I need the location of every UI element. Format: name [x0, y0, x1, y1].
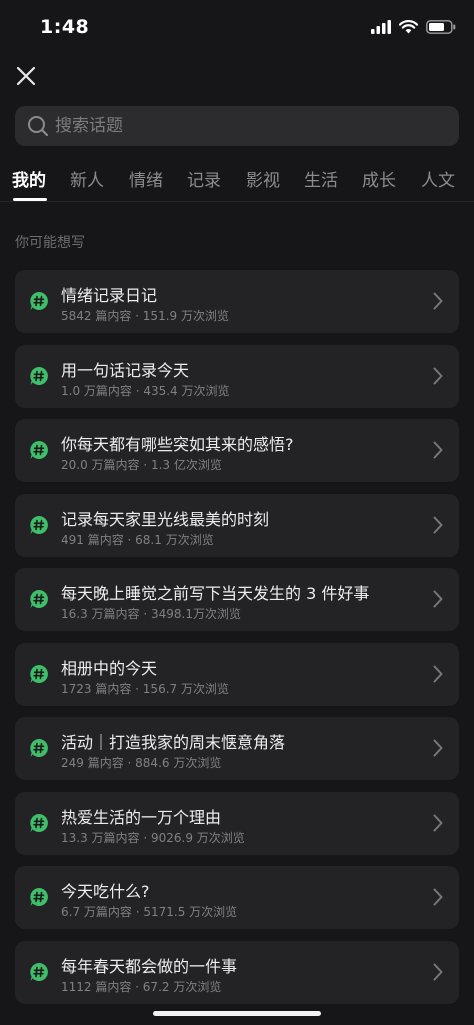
- topic-title: 每年春天都会做的一件事: [61, 956, 238, 976]
- battery-icon: [426, 20, 456, 34]
- status-time: 1:48: [40, 16, 90, 38]
- topic-stats: 1.0 万篇内容 · 435.4 万次浏览: [61, 383, 230, 398]
- topic-title: 每天晚上睡觉之前写下当天发生的 3 件好事: [61, 584, 370, 603]
- category-tabs: 我的 新人 情绪 记录 影视 生活 成长 人文: [0, 160, 474, 202]
- chevron-right-icon: [433, 963, 443, 980]
- topic-stats: 1112 篇内容 · 67.2 万次浏览: [61, 979, 222, 994]
- topic-hash-icon: [30, 590, 48, 608]
- topic-stats: 13.3 万篇内容 · 9026.9 万次浏览: [61, 830, 245, 845]
- topic-card[interactable]: 情绪记录日记 5842 篇内容 · 151.9 万次浏览: [15, 270, 459, 333]
- topic-hash-icon: [30, 515, 48, 534]
- topic-card[interactable]: 热爱生活的一万个理由 13.3 万篇内容 · 9026.9 万次浏览: [15, 791, 459, 855]
- topic-card[interactable]: 用一句话记录今天 1.0 万篇内容 · 435.4 万次浏览: [15, 344, 459, 408]
- topic-hash-icon: [30, 739, 48, 757]
- search-input[interactable]: [55, 116, 459, 136]
- topic-stats: 491 篇内容 · 68.1 万次浏览: [61, 532, 214, 547]
- status-icons: [371, 20, 456, 34]
- topic-hash-icon: [30, 664, 48, 683]
- tab-mine[interactable]: 我的: [12, 166, 46, 191]
- tab-newcomer[interactable]: 新人: [70, 166, 104, 191]
- tab-life[interactable]: 生活: [304, 166, 338, 191]
- chevron-right-icon: [433, 292, 443, 310]
- topic-picker-screen: 1:48 搜索话题 我的 新人 情绪 记录 影视 生活 成长 人文 你可能想写 …: [0, 0, 474, 1025]
- close-button[interactable]: [13, 63, 39, 89]
- topic-stats: 5842 篇内容 · 151.9 万次浏览: [61, 309, 229, 323]
- status-bar: 1:48: [0, 0, 474, 56]
- search-icon: [28, 116, 49, 137]
- topic-card[interactable]: 今天吃什么? 6.7 万篇内容 · 5171.5 万次浏览: [15, 866, 459, 929]
- chevron-right-icon: [433, 590, 443, 608]
- tab-humanities[interactable]: 人文: [421, 166, 455, 191]
- topic-stats: 16.3 万篇内容 · 3498.1万次浏览: [61, 607, 241, 621]
- close-icon: [16, 66, 36, 86]
- section-label: 你可能想写: [15, 235, 85, 251]
- topic-card[interactable]: 记录每天家里光线最美的时刻 491 篇内容 · 68.1 万次浏览: [15, 493, 459, 557]
- topic-card[interactable]: 相册中的今天 1723 篇内容 · 156.7 万次浏览: [15, 642, 459, 706]
- topic-stats: 249 篇内容 · 884.6 万次浏览: [61, 756, 222, 770]
- topic-card[interactable]: 活动｜打造我家的周末惬意角落 249 篇内容 · 884.6 万次浏览: [15, 717, 459, 780]
- search-bar[interactable]: [15, 106, 459, 146]
- tab-growth[interactable]: 成长: [362, 166, 396, 191]
- topic-title: 用一句话记录今天: [61, 360, 190, 380]
- chevron-right-icon: [433, 441, 443, 459]
- cellular-signal-icon: [371, 20, 391, 34]
- topic-card[interactable]: 你每天都有哪些突如其来的感悟? 20.0 万篇内容 · 1.3 亿次浏览: [15, 419, 459, 482]
- chevron-right-icon: [433, 665, 443, 682]
- topic-hash-icon: [30, 292, 48, 310]
- chevron-right-icon: [433, 814, 443, 831]
- topic-hash-icon: [30, 962, 48, 981]
- topic-card[interactable]: 每天晚上睡觉之前写下当天发生的 3 件好事 16.3 万篇内容 · 3498.1万…: [15, 568, 459, 631]
- topic-title: 活动｜打造我家的周末惬意角落: [61, 733, 286, 752]
- active-tab-indicator: [13, 198, 47, 201]
- topic-list: 情绪记录日记 5842 篇内容 · 151.9 万次浏览用一句话记录今天 1.0 万…: [15, 270, 459, 1015]
- tab-record[interactable]: 记录: [187, 166, 221, 191]
- chevron-right-icon: [433, 739, 443, 757]
- topic-title: 相册中的今天: [61, 658, 158, 678]
- home-indicator: [153, 1011, 321, 1016]
- topic-title: 情绪记录日记: [61, 286, 158, 305]
- topic-title: 今天吃什么?: [61, 882, 150, 901]
- topic-card[interactable]: 每年春天都会做的一件事 1112 篇内容 · 67.2 万次浏览: [15, 940, 459, 1004]
- topic-hash-icon: [30, 888, 48, 906]
- tab-emotion[interactable]: 情绪: [129, 166, 163, 191]
- topic-hash-icon: [30, 813, 48, 832]
- topic-title: 你每天都有哪些突如其来的感悟?: [61, 435, 294, 454]
- tab-film[interactable]: 影视: [246, 166, 280, 191]
- topic-title: 热爱生活的一万个理由: [61, 807, 222, 827]
- topic-hash-icon: [30, 441, 48, 459]
- topic-hash-icon: [30, 366, 48, 385]
- chevron-right-icon: [433, 367, 443, 384]
- topic-stats: 20.0 万篇内容 · 1.3 亿次浏览: [61, 458, 222, 472]
- chevron-right-icon: [433, 888, 443, 906]
- topic-stats: 6.7 万篇内容 · 5171.5 万次浏览: [61, 905, 238, 919]
- topic-title: 记录每天家里光线最美的时刻: [61, 509, 270, 529]
- wifi-icon: [399, 20, 418, 34]
- topic-stats: 1723 篇内容 · 156.7 万次浏览: [61, 681, 229, 696]
- chevron-right-icon: [433, 516, 443, 533]
